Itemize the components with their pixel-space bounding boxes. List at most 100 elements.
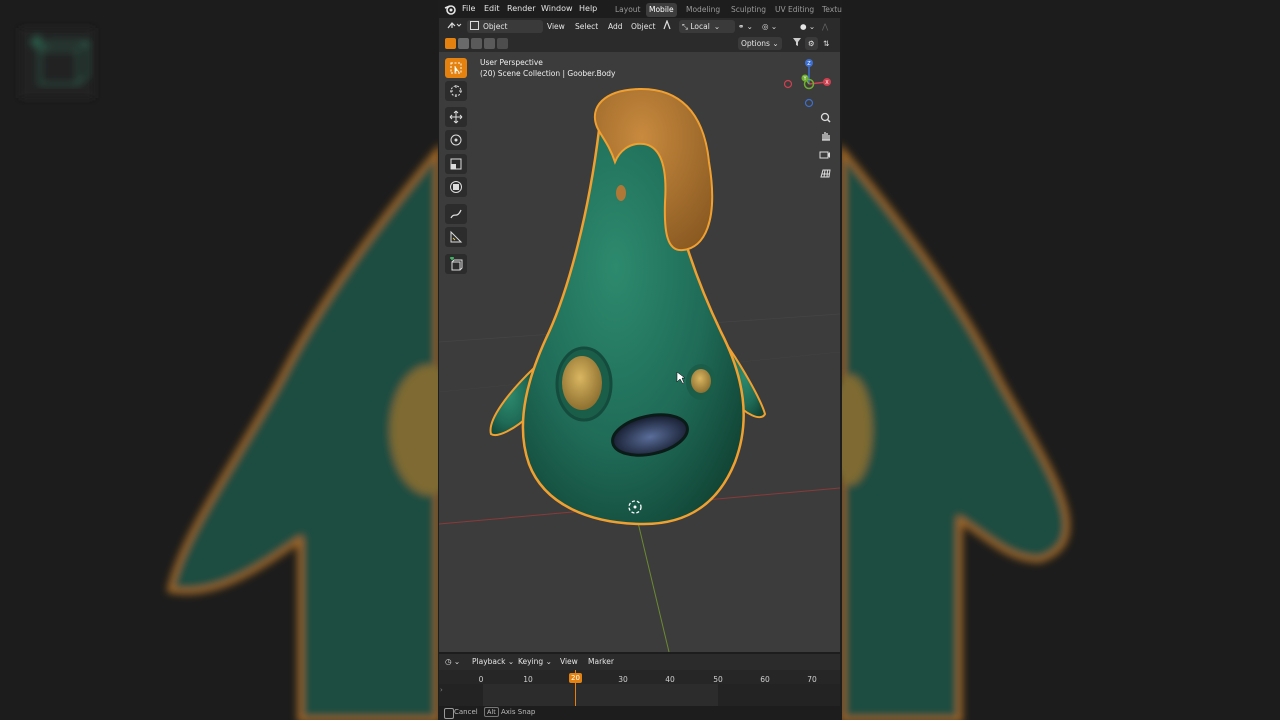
chevron-down-icon: ⌄ [507, 657, 515, 666]
timeline-area[interactable]: 0 10 30 40 50 60 70 20 › [439, 670, 840, 706]
gear-icon[interactable]: ⚙ [805, 37, 818, 50]
cancel-label: Cancel [454, 708, 478, 716]
alt-key-badge: Alt [484, 707, 499, 717]
blender-window: File Edit Render Window Help Layout Mobi… [438, 0, 842, 720]
transform-icon [450, 181, 462, 193]
active-object-label: (20) Scene Collection | Goober.Body [480, 69, 616, 78]
transform-tool[interactable] [445, 177, 467, 197]
select-invert-icon[interactable] [484, 38, 495, 49]
gizmo-toggle-icon[interactable]: ⋀ [819, 20, 831, 33]
tab-sculpting[interactable]: Sculpting [728, 3, 769, 17]
3d-viewport-icon [447, 22, 462, 29]
top-menu-bar: File Edit Render Window Help Layout Mobi… [438, 0, 842, 18]
orientation-label: Local [690, 22, 710, 31]
gizmo-x-neg-axis[interactable] [783, 79, 793, 89]
select-extend-icon[interactable] [458, 38, 469, 49]
menu-keying-label: Keying [518, 657, 544, 666]
gizmo-z-label: Z [807, 61, 811, 67]
menu-render[interactable]: Render [505, 2, 537, 16]
tab-modeling[interactable]: Modeling [683, 3, 723, 17]
select-new-icon[interactable] [445, 38, 456, 49]
menu-keying[interactable]: Keying ⌄ [518, 656, 552, 668]
options-label: Options [741, 39, 770, 48]
timeline-editor-icon[interactable]: ◷ ⌄ [445, 656, 460, 668]
scale-icon [450, 158, 462, 170]
timeline-header: ◷ ⌄ Playback ⌄ Keying ⌄ View Marker [439, 654, 840, 670]
menu-select[interactable]: Select [572, 20, 601, 33]
menu-view[interactable]: View [544, 20, 568, 33]
menu-window[interactable]: Window [539, 2, 575, 16]
menu-object[interactable]: Object [628, 20, 658, 33]
tick-50: 50 [713, 675, 723, 684]
navigation-gizmo[interactable]: Z X Y [781, 56, 837, 108]
rotate-tool[interactable] [445, 130, 467, 150]
gizmo-x-label: X [825, 80, 829, 86]
sort-icon[interactable]: ⇅ [820, 37, 832, 50]
menu-timeline-view[interactable]: View [560, 656, 578, 668]
move-icon [449, 110, 463, 124]
add-cube-tool[interactable] [445, 254, 467, 274]
transform-pivot-icon[interactable] [659, 19, 675, 33]
tick-0: 0 [478, 675, 484, 684]
gizmo-z-neg-axis[interactable] [804, 98, 814, 108]
move-tool[interactable] [445, 107, 467, 127]
tab-mobile[interactable]: Mobile [646, 3, 677, 17]
measure-icon [450, 230, 463, 243]
chevron-down-icon: ⌄ [772, 39, 779, 48]
options-dropdown[interactable]: Options ⌄ [738, 37, 782, 50]
tool-settings-bar: Options ⌄ ⚙ ⇅ [439, 35, 840, 52]
viewport-header: Object Mode⌄ View Select Add Object ⤡ Lo… [439, 18, 840, 44]
measure-tool[interactable] [445, 227, 467, 247]
axis-snap-label: Axis Snap [501, 708, 536, 716]
camera-icon[interactable] [817, 146, 833, 162]
tab-texture[interactable]: Textu [819, 3, 842, 17]
select-box-icon [450, 62, 462, 74]
frame-range [483, 684, 718, 706]
menu-add[interactable]: Add [605, 20, 626, 33]
expand-arrow-icon[interactable]: › [440, 686, 443, 694]
mode-dropdown[interactable]: Object Mode⌄ [467, 20, 543, 44]
menu-marker[interactable]: Marker [588, 656, 614, 668]
menu-playback-label: Playback [472, 657, 506, 666]
tick-40: 40 [665, 675, 675, 684]
menu-playback[interactable]: Playback ⌄ [472, 656, 514, 668]
annotate-icon [450, 209, 462, 219]
menu-help[interactable]: Help [577, 2, 599, 16]
current-frame-indicator[interactable]: 20 [569, 673, 582, 683]
tab-uv-editing[interactable]: UV Editing [772, 3, 817, 17]
tick-10: 10 [523, 675, 533, 684]
tick-60: 60 [760, 675, 770, 684]
cursor-tool[interactable] [445, 81, 467, 101]
overlay-icon[interactable]: ● ⌄ [797, 20, 818, 33]
grid-view-icon[interactable] [817, 165, 833, 181]
view-perspective-label: User Perspective [480, 58, 543, 67]
select-intersect-icon[interactable] [497, 38, 508, 49]
editor-type-button[interactable] [443, 20, 465, 33]
tick-30: 30 [618, 675, 628, 684]
filter-icon[interactable] [789, 37, 805, 50]
select-box-tool[interactable] [445, 58, 467, 78]
annotate-tool[interactable] [445, 204, 467, 224]
add-cube-icon [450, 257, 463, 271]
tick-70: 70 [807, 675, 817, 684]
cursor-icon [450, 85, 462, 97]
mouse-icon [444, 708, 454, 719]
3d-viewport[interactable]: User Perspective (20) Scene Collection |… [439, 52, 840, 652]
rotate-icon [450, 134, 462, 146]
menu-edit[interactable]: Edit [482, 2, 502, 16]
status-bar: Cancel Alt Axis Snap [438, 706, 842, 720]
hand-pan-icon[interactable] [817, 127, 833, 143]
scale-tool[interactable] [445, 154, 467, 174]
snap-icon[interactable]: ⚭ ⌄ [735, 20, 756, 33]
chevron-down-icon: ⌄ [545, 657, 552, 666]
blender-logo-icon[interactable] [444, 3, 456, 15]
object-mode-icon [470, 21, 479, 30]
zoom-icon[interactable] [817, 109, 833, 125]
orientation-dropdown[interactable]: ⤡ Local ⌄ [679, 20, 735, 33]
menu-file[interactable]: File [460, 2, 477, 16]
proportional-edit-icon[interactable]: ◎ ⌄ [759, 20, 780, 33]
chevron-down-icon: ⌄ [713, 22, 721, 31]
select-subtract-icon[interactable] [471, 38, 482, 49]
scene-render[interactable] [439, 52, 840, 652]
tab-layout[interactable]: Layout [612, 3, 644, 17]
